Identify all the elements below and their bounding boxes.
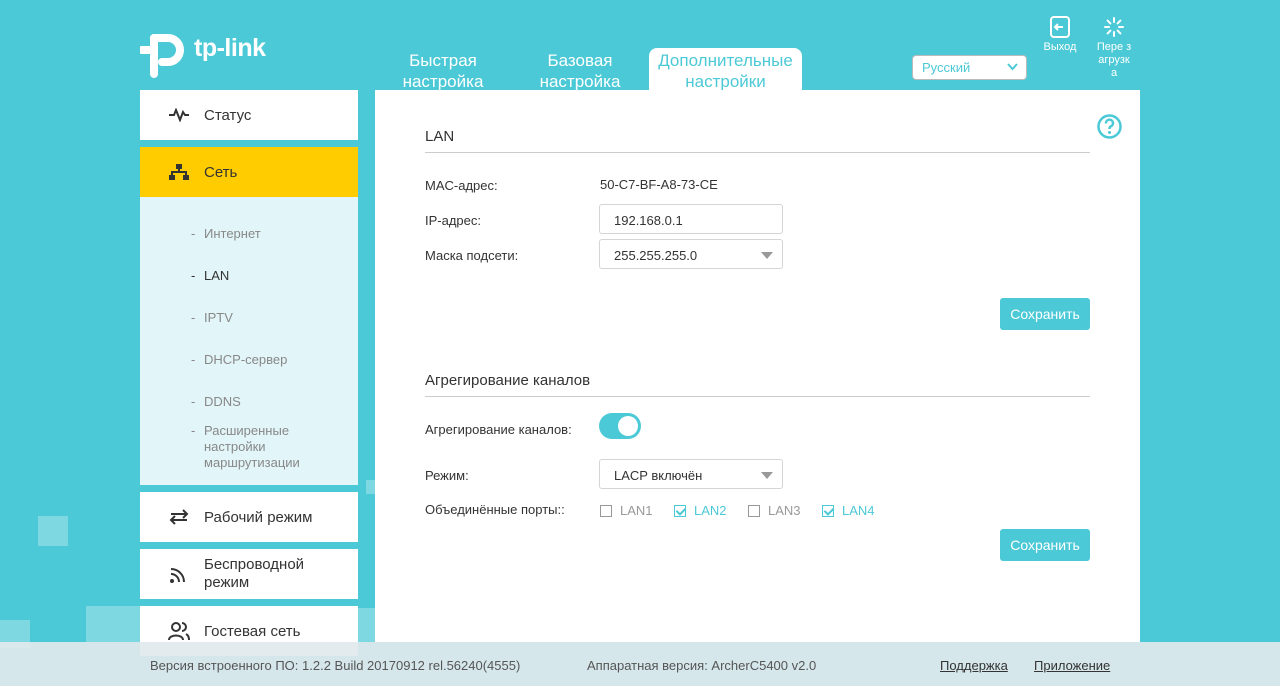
ip-address-label: IP-адрес: xyxy=(425,213,481,228)
submenu-item-lan[interactable]: - LAN xyxy=(191,268,229,284)
port-checkbox-lan4[interactable]: LAN4 xyxy=(822,503,875,518)
tp-link-logo: tp-link xyxy=(140,28,266,78)
guests-icon xyxy=(167,619,191,643)
dash: - xyxy=(191,226,196,241)
port-label: LAN1 xyxy=(620,503,653,518)
sidebar-item-network[interactable]: Сеть xyxy=(140,147,358,197)
submenu-label: DDNS xyxy=(204,394,241,409)
aggregation-save-button[interactable]: Сохранить xyxy=(1000,529,1090,561)
tp-link-logo-icon xyxy=(140,34,184,78)
port-checkbox-lan3[interactable]: LAN3 xyxy=(748,503,801,518)
sidebar-item-label: Беспроводной режим xyxy=(204,556,305,591)
tab-label: Базовая настройка xyxy=(539,51,621,91)
tab-advanced-setup[interactable]: Дополнительные настройки xyxy=(649,48,802,91)
dash: - xyxy=(191,394,196,409)
dash: - xyxy=(191,268,196,283)
mode-label: Режим: xyxy=(425,468,469,483)
reboot-button[interactable]: Пере загрузк а xyxy=(1094,16,1134,80)
port-label: LAN4 xyxy=(842,503,875,518)
mac-address-value: 50-C7-BF-A8-73-CE xyxy=(600,177,718,192)
tab-basic-setup[interactable]: Базовая настройка xyxy=(530,48,630,91)
checkbox-box xyxy=(748,504,760,517)
logout-label: Выход xyxy=(1043,41,1077,53)
language-select[interactable]: Русский xyxy=(912,55,1027,80)
dropdown-arrow-icon xyxy=(761,472,773,479)
tab-label: Дополнительные настройки xyxy=(658,51,793,91)
submenu-label: IPTV xyxy=(204,310,233,325)
submenu-label: DHCP-сервер xyxy=(204,352,288,367)
submenu-item-internet[interactable]: - Интернет xyxy=(191,226,261,242)
tab-quick-setup[interactable]: Быстрая настройка xyxy=(393,48,493,91)
subnet-mask-value: 255.255.255.0 xyxy=(614,248,698,263)
network-submenu: - Интернет - LAN - IPTV - DHCP-сервер - … xyxy=(140,197,358,485)
port-checkbox-lan1[interactable]: LAN1 xyxy=(600,503,653,518)
aggregation-section-title: Агрегирование каналов xyxy=(425,372,591,389)
bg-decoration xyxy=(86,606,140,642)
sidebar-item-label: Статус xyxy=(204,106,252,124)
checkbox-box xyxy=(822,504,834,517)
ip-address-value: 192.168.0.1 xyxy=(614,213,683,228)
support-link[interactable]: Поддержка xyxy=(940,658,1008,673)
submenu-item-ddns[interactable]: - DDNS xyxy=(191,394,241,410)
sidebar-item-label: Рабочий режим xyxy=(204,508,313,526)
submenu-label: Расширенные настройки маршрутизации xyxy=(204,423,300,470)
dash: - xyxy=(191,352,196,367)
mode-value: LACP включён xyxy=(614,468,703,483)
submenu-item-dhcp-server[interactable]: - DHCP-сервер xyxy=(191,352,287,368)
swap-icon xyxy=(167,505,191,529)
pulse-icon xyxy=(167,103,191,127)
tab-label: Быстрая настройка xyxy=(402,51,484,91)
submenu-item-advanced-routing[interactable]: - Расширенные настройки маршрутизации xyxy=(191,423,321,471)
subnet-mask-select[interactable]: 255.255.255.0 xyxy=(599,239,783,269)
bg-decoration xyxy=(358,608,375,642)
hardware-version: Аппаратная версия: ArcherC5400 v2.0 xyxy=(587,658,817,673)
toggle-knob xyxy=(618,416,638,436)
ip-address-input[interactable]: 192.168.0.1 xyxy=(599,204,783,234)
bg-decoration xyxy=(366,480,375,494)
dash: - xyxy=(191,310,196,325)
divider xyxy=(425,396,1090,397)
bg-decoration xyxy=(38,516,68,546)
logout-icon xyxy=(1050,16,1070,38)
submenu-item-iptv[interactable]: - IPTV xyxy=(191,310,233,326)
port-label: LAN2 xyxy=(694,503,727,518)
lan-save-button[interactable]: Сохранить xyxy=(1000,298,1090,330)
aggregation-toggle[interactable] xyxy=(599,413,641,439)
sidebar-item-status[interactable]: Статус xyxy=(140,90,358,140)
chevron-down-icon xyxy=(1007,63,1018,71)
port-checkbox-lan2[interactable]: LAN2 xyxy=(674,503,727,518)
mac-address-label: MAC-адрес: xyxy=(425,178,498,193)
reboot-label: Пере загрузк а xyxy=(1096,41,1132,79)
submenu-label: LAN xyxy=(204,268,230,283)
sidebar-item-operation-mode[interactable]: Рабочий режим xyxy=(140,492,358,542)
reboot-icon xyxy=(1104,17,1124,37)
language-value: Русский xyxy=(922,60,971,75)
logout-button[interactable]: Выход xyxy=(1040,16,1080,54)
aggregation-toggle-label: Агрегирование каналов: xyxy=(425,422,572,437)
submenu-label: Интернет xyxy=(204,226,261,241)
sidebar-item-wireless[interactable]: Беспроводной режим xyxy=(140,549,358,599)
subnet-mask-label: Маска подсети: xyxy=(425,248,519,263)
ports-label: Объединённые порты:: xyxy=(425,502,565,517)
wireless-icon xyxy=(167,562,191,586)
help-icon[interactable] xyxy=(1097,114,1122,139)
port-label: LAN3 xyxy=(768,503,801,518)
sidebar-item-label: Гостевая сеть xyxy=(204,622,301,640)
mode-select[interactable]: LACP включён xyxy=(599,459,783,489)
network-icon xyxy=(167,160,191,184)
dropdown-arrow-icon xyxy=(761,252,773,259)
checkbox-box xyxy=(674,504,686,517)
sidebar-item-label: Сеть xyxy=(204,163,238,181)
divider xyxy=(425,152,1090,153)
checkbox-box xyxy=(600,504,612,517)
brand-name: tp-link xyxy=(194,33,266,62)
dash: - xyxy=(191,423,196,438)
footer: Версия встроенного ПО: 1.2.2 Build 20170… xyxy=(0,642,1280,686)
app-link[interactable]: Приложение xyxy=(1034,658,1110,673)
firmware-version: Версия встроенного ПО: 1.2.2 Build 20170… xyxy=(150,658,521,673)
lan-section-title: LAN xyxy=(425,128,455,145)
